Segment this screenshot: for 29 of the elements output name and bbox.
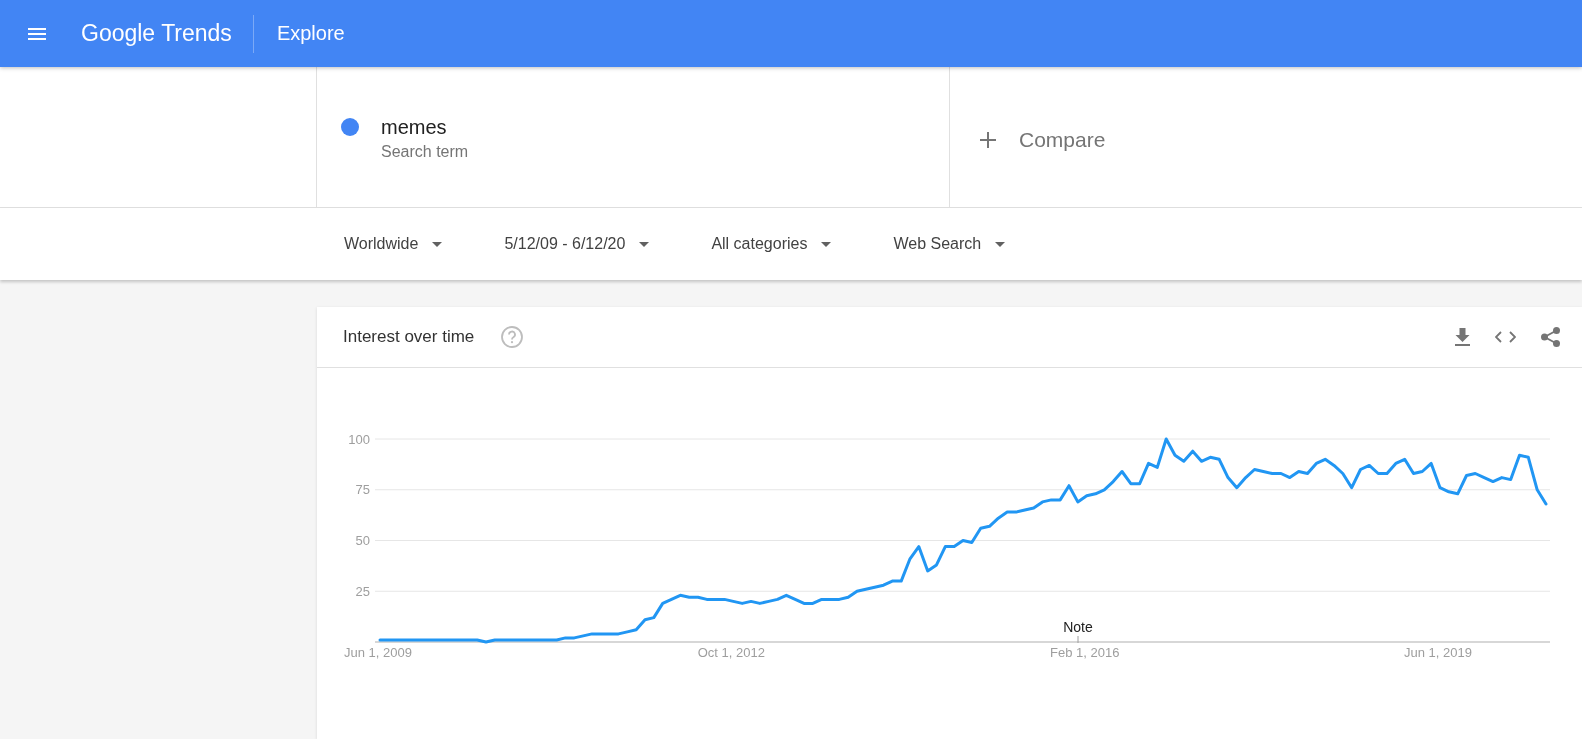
share-icon[interactable] — [1541, 327, 1560, 347]
x-axis-label: Feb 1, 2016 — [1049, 645, 1120, 660]
code-icon[interactable] — [1495, 331, 1516, 343]
card-title: Interest over time — [343, 327, 475, 347]
search-term-text[interactable]: memes — [381, 115, 469, 139]
menu-icon[interactable] — [28, 27, 46, 40]
y-axis-label: 25 — [355, 583, 370, 599]
app-logo[interactable]: Google Trends — [81, 20, 232, 47]
page-title: Explore — [276, 22, 345, 45]
filter-dropdown[interactable]: Web Search — [893, 235, 1006, 253]
filter-dropdown[interactable]: Worldwide — [344, 235, 443, 253]
filter-dropdown[interactable]: All categories — [711, 235, 832, 253]
filter-dropdown[interactable]: 5/12/09 - 6/12/20 — [504, 235, 650, 253]
download-icon[interactable] — [1455, 328, 1470, 346]
compare-button[interactable]: Compare — [980, 128, 1106, 152]
x-axis-label: Oct 1, 2012 — [697, 645, 765, 660]
caret-icon — [639, 241, 650, 247]
note-annotation[interactable]: Note — [1063, 619, 1093, 644]
y-axis-label: 100 — [348, 431, 370, 447]
x-axis-label: Jun 1, 2019 — [1404, 645, 1472, 660]
caret-icon — [995, 241, 1006, 247]
x-axis-label: Jun 1, 2009 — [344, 645, 412, 660]
y-axis-label: 50 — [355, 533, 370, 548]
caret-icon — [432, 241, 443, 247]
annotation: Note — [1063, 619, 1093, 635]
plus-icon — [980, 132, 996, 148]
caret-icon — [821, 241, 832, 247]
y-axis-label: 75 — [355, 482, 370, 498]
search-term-caption: Search term — [381, 142, 469, 162]
